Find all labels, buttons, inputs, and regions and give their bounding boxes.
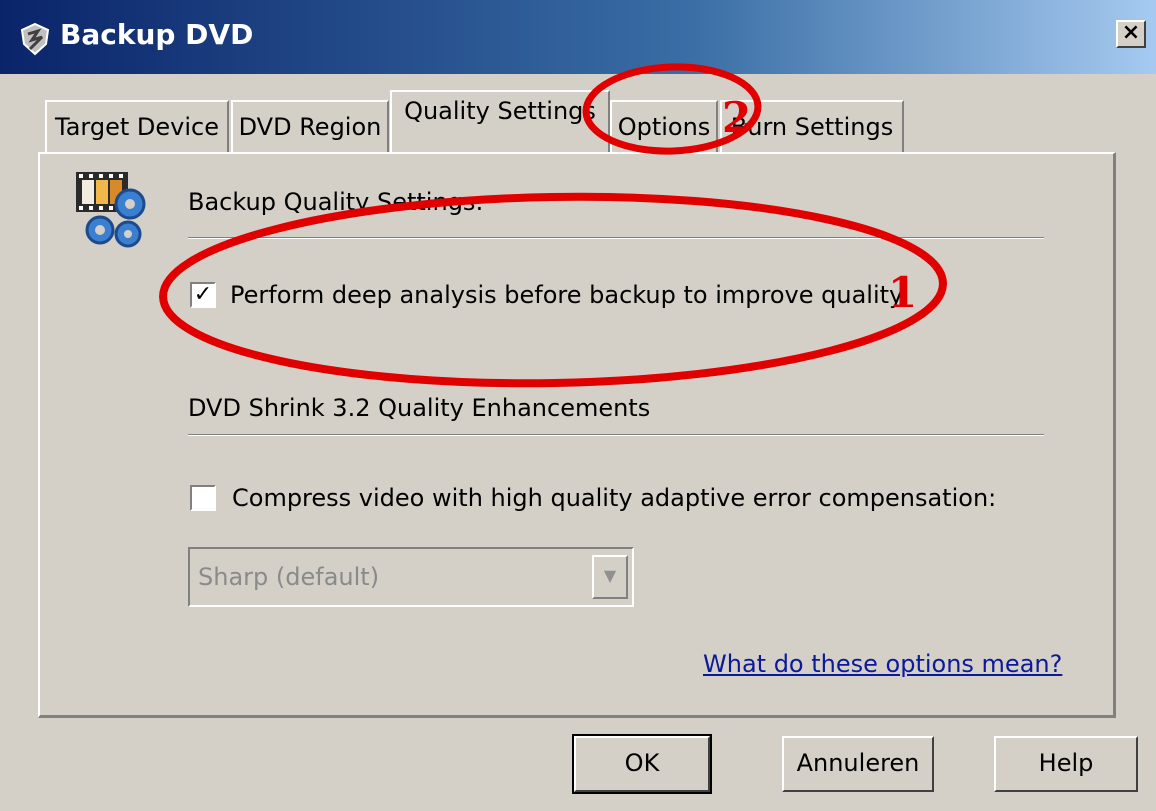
enhancements-heading: DVD Shrink 3.2 Quality Enhancements [188,394,651,422]
tab-label: Target Device [55,113,219,141]
tab-label: Quality Settings [404,97,596,125]
compress-video-label: Compress video with high quality adaptiv… [232,484,997,512]
compress-video-checkbox[interactable] [190,485,216,511]
tab-target-device[interactable]: Target Device [45,100,229,152]
dropdown-button[interactable]: ▼ [592,555,628,599]
cancel-button[interactable]: Annuleren [782,736,934,792]
film-gears-icon [76,172,146,248]
title-bar: Backup DVD × [0,0,1156,74]
deep-analysis-label: Perform deep analysis before backup to i… [230,281,908,309]
separator [188,434,1044,436]
tab-dvd-region[interactable]: DVD Region [231,100,389,152]
help-button[interactable]: Help [994,736,1138,792]
annotation-marker-2: 2 [722,93,752,142]
chevron-down-icon: ▼ [603,566,617,585]
annotation-marker-1: 1 [888,268,918,317]
checkmark-icon: ✓ [193,282,213,307]
select-value: Sharp (default) [198,563,380,591]
close-icon: × [1121,20,1141,45]
dialog-window: Backup DVD × Target Device DVD Region Qu… [0,0,1156,811]
tab-label: Burn Settings [730,113,894,141]
compression-mode-select[interactable]: Sharp (default) ▼ [188,547,634,607]
ok-button[interactable]: OK [572,734,712,794]
options-help-link[interactable]: What do these options mean? [703,650,1062,678]
separator [188,237,1044,239]
tab-label: Options [617,113,711,141]
tab-quality-settings[interactable]: Quality Settings [390,90,610,152]
tab-label: DVD Region [238,113,382,141]
backup-quality-heading: Backup Quality Settings: [188,188,484,216]
close-button[interactable]: × [1116,20,1146,48]
window-title: Backup DVD [60,18,254,51]
deep-analysis-checkbox[interactable]: ✓ [190,282,216,308]
shield-icon [20,22,50,56]
tab-options[interactable]: Options [610,100,718,152]
